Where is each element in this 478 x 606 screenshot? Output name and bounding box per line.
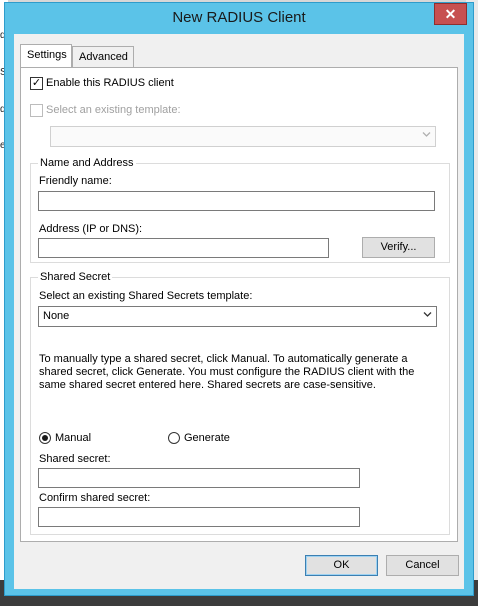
generate-radio[interactable]	[168, 432, 180, 444]
name-and-address-title: Name and Address	[38, 157, 136, 169]
friendly-name-label: Friendly name:	[39, 175, 112, 187]
chevron-down-icon	[423, 312, 432, 317]
title-bar[interactable]: New RADIUS Client ✕	[5, 3, 473, 34]
close-button[interactable]: ✕	[434, 3, 467, 25]
tab-settings-label: Settings	[27, 49, 67, 61]
radio-selected-dot	[42, 435, 48, 441]
template-dropdown[interactable]	[50, 126, 436, 147]
confirm-shared-secret-label: Confirm shared secret:	[39, 492, 151, 504]
generate-label: Generate	[184, 432, 230, 444]
select-template-label: Select an existing template:	[46, 104, 181, 116]
friendly-name-input[interactable]	[38, 191, 435, 211]
shared-secret-template-dropdown[interactable]: None	[38, 306, 437, 327]
address-label: Address (IP or DNS):	[39, 223, 143, 235]
tab-settings[interactable]: Settings	[20, 44, 72, 67]
ok-button[interactable]: OK	[305, 555, 378, 576]
checkmark-icon: ✓	[31, 77, 42, 89]
shared-secret-description: To manually type a shared secret, click …	[39, 353, 415, 391]
verify-button[interactable]: Verify...	[362, 237, 435, 258]
enable-radius-client-label: Enable this RADIUS client	[46, 77, 174, 89]
shared-secret-input[interactable]	[38, 468, 360, 488]
cancel-button[interactable]: Cancel	[386, 555, 459, 576]
confirm-shared-secret-input[interactable]	[38, 507, 360, 527]
shared-secret-template-label: Select an existing Shared Secrets templa…	[39, 290, 253, 302]
manual-label: Manual	[55, 432, 92, 444]
dialog-client-area: Settings Advanced ✓ Enable this RADIUS c…	[14, 34, 464, 589]
address-input[interactable]	[38, 238, 329, 258]
close-icon: ✕	[444, 6, 457, 22]
manual-radio[interactable]	[39, 432, 51, 444]
shared-secret-title: Shared Secret	[38, 271, 113, 283]
select-template-checkbox[interactable]	[30, 104, 43, 117]
shared-secret-template-value: None	[43, 310, 70, 322]
tab-advanced-label: Advanced	[79, 51, 128, 63]
enable-radius-client-checkbox[interactable]: ✓	[30, 77, 43, 90]
chevron-down-icon	[422, 132, 431, 137]
shared-secret-label: Shared secret:	[39, 453, 111, 465]
new-radius-client-dialog: New RADIUS Client ✕ Settings Advanced ✓ …	[4, 2, 474, 596]
tab-advanced[interactable]: Advanced	[72, 46, 134, 68]
settings-tab-panel: ✓ Enable this RADIUS client Select an ex…	[20, 67, 458, 542]
dialog-title: New RADIUS Client	[172, 9, 306, 26]
